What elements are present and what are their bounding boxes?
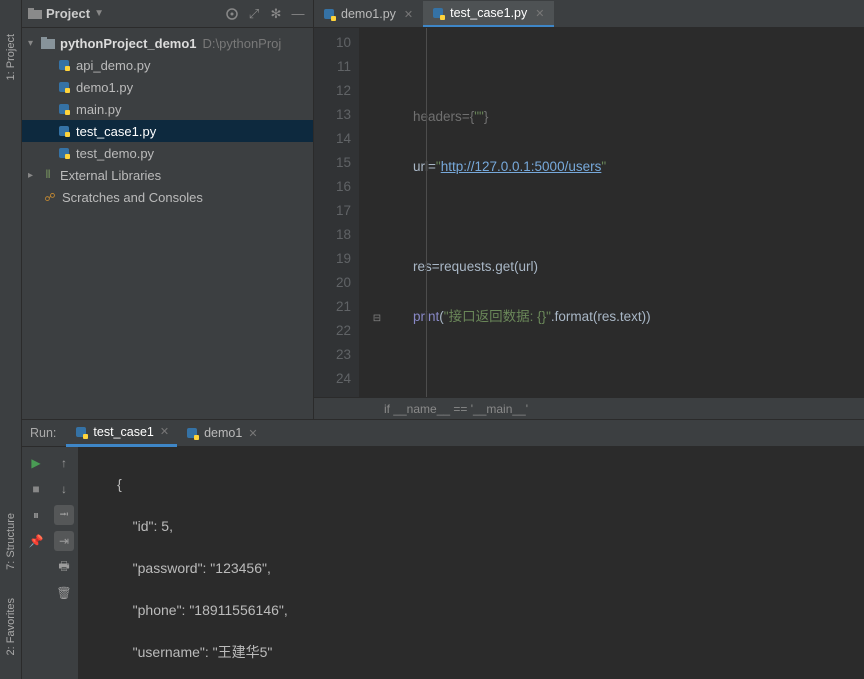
rerun-button[interactable]: ▶ xyxy=(26,453,46,473)
run-tab-active[interactable]: test_case1 ✕ xyxy=(66,420,177,447)
pin-button[interactable]: 📌 xyxy=(26,531,46,551)
close-icon[interactable]: ✕ xyxy=(248,427,257,440)
hide-icon[interactable]: — xyxy=(289,5,307,23)
run-tab[interactable]: demo1 ✕ xyxy=(177,420,265,447)
tab-label: demo1.py xyxy=(341,7,396,21)
pause-button[interactable]: ⏸ xyxy=(26,505,46,525)
project-tree: ▾ pythonProject_demo1 D:\pythonProj api_… xyxy=(22,28,313,419)
clear-button[interactable]: 🗑 xyxy=(54,583,74,603)
tree-file[interactable]: demo1.py xyxy=(22,76,313,98)
code-editor[interactable]: 10111213 14151617 18192021 22232425 head… xyxy=(314,28,864,397)
tree-file[interactable]: test_demo.py xyxy=(22,142,313,164)
editor-tab[interactable]: demo1.py ✕ xyxy=(314,1,423,27)
python-icon xyxy=(431,6,445,20)
console-output[interactable]: { "id": 5, "password": "123456", "phone"… xyxy=(78,447,864,679)
python-icon xyxy=(322,7,336,21)
tab-label: test_case1.py xyxy=(450,6,527,20)
soft-wrap-button[interactable]: ⭲ xyxy=(54,505,74,525)
file-label: demo1.py xyxy=(76,80,133,95)
tree-file[interactable]: main.py xyxy=(22,98,313,120)
expand-all-icon[interactable]: ⤢ xyxy=(245,5,263,23)
root-name: pythonProject_demo1 xyxy=(60,36,197,51)
up-button[interactable]: ↑ xyxy=(54,453,74,473)
editor-area: demo1.py ✕ test_case1.py ✕ 10111213 141516… xyxy=(314,0,864,419)
external-libs-label: External Libraries xyxy=(60,168,161,183)
down-button[interactable]: ↓ xyxy=(54,479,74,499)
run-toolbar-primary: ▶ ■ ⏸ 📌 xyxy=(22,447,50,679)
gutter: 10111213 14151617 18192021 22232425 xyxy=(314,28,359,397)
project-title-text: Project xyxy=(46,6,90,21)
breadcrumb[interactable]: if __name__ == '__main__' xyxy=(314,397,864,419)
print-button[interactable]: 🖶 xyxy=(54,557,74,577)
file-label: test_demo.py xyxy=(76,146,154,161)
code-lines[interactable]: headers={""} url="http://127.0.0.1:5000/… xyxy=(359,28,864,397)
project-title[interactable]: Project ▼ xyxy=(28,6,104,21)
editor-tab-active[interactable]: test_case1.py ✕ xyxy=(423,1,554,27)
scroll-end-button[interactable]: ⇥ xyxy=(54,531,74,551)
locate-icon[interactable] xyxy=(223,5,241,23)
tool-window-favorites[interactable]: 2: Favorites xyxy=(5,594,17,659)
stop-button[interactable]: ■ xyxy=(26,479,46,499)
run-header: Run: test_case1 ✕ demo1 ✕ xyxy=(22,420,864,447)
run-tab-label: test_case1 xyxy=(93,425,153,439)
tree-file[interactable]: api_demo.py xyxy=(22,54,313,76)
tree-root[interactable]: ▾ pythonProject_demo1 D:\pythonProj xyxy=(22,32,313,54)
file-label: test_case1.py xyxy=(76,124,156,139)
python-icon xyxy=(74,425,88,439)
root-path: D:\pythonProj xyxy=(203,36,282,51)
close-icon[interactable]: ✕ xyxy=(535,7,544,20)
close-icon[interactable]: ✕ xyxy=(160,425,169,438)
tool-window-structure[interactable]: 7: Structure xyxy=(5,509,17,574)
project-panel: Project ▼ ⤢ ✻ — ▾ pythonProject_demo1 D:… xyxy=(22,0,314,419)
project-header: Project ▼ ⤢ ✻ — xyxy=(22,0,313,28)
tree-external-libs[interactable]: ▸⫴External Libraries xyxy=(22,164,313,186)
gear-icon[interactable]: ✻ xyxy=(267,5,285,23)
run-panel: Run: test_case1 ✕ demo1 ✕ ▶ ■ ⏸ 📌 ↑ ↓ ⭲ ⇥ … xyxy=(22,420,864,679)
scratches-label: Scratches and Consoles xyxy=(62,190,203,205)
run-tab-label: demo1 xyxy=(204,426,242,440)
tool-window-project[interactable]: 1: Project xyxy=(5,30,17,84)
editor-tabs: demo1.py ✕ test_case1.py ✕ xyxy=(314,0,864,28)
run-toolbar-secondary: ↑ ↓ ⭲ ⇥ 🖶 🗑 xyxy=(50,447,78,679)
run-label: Run: xyxy=(30,426,56,440)
file-label: api_demo.py xyxy=(76,58,150,73)
close-icon[interactable]: ✕ xyxy=(404,8,413,21)
left-tool-strip: 1: Project 7: Structure 2: Favorites xyxy=(0,0,22,679)
file-label: main.py xyxy=(76,102,122,117)
tree-scratches[interactable]: ☍Scratches and Consoles xyxy=(22,186,313,208)
tree-file-selected[interactable]: test_case1.py xyxy=(22,120,313,142)
python-icon xyxy=(185,426,199,440)
